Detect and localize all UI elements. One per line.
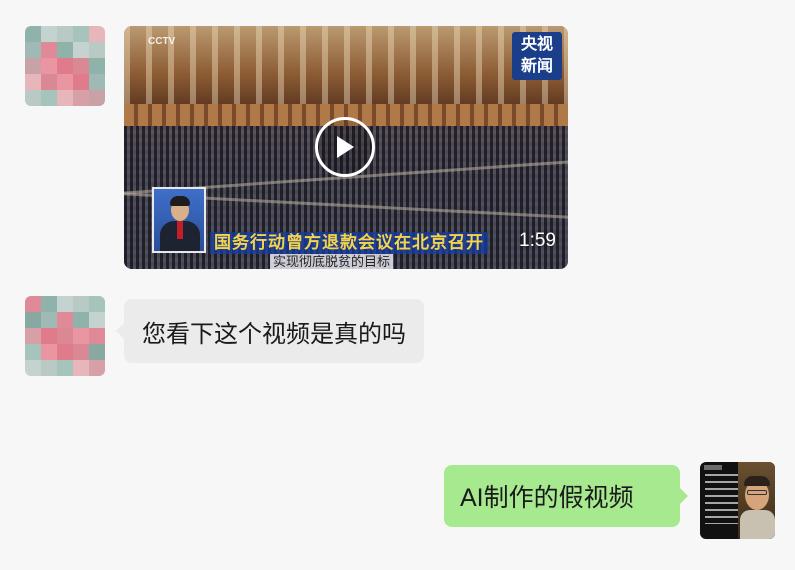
video-message[interactable]: CCTV 央视 新闻 国务行动曾方退款会议在北京召开 实现彻底脱贫的目标 1:5… [124,26,568,269]
message-text: 您看下这个视频是真的吗 [142,320,406,348]
video-caption-subtitle: 实现彻底脱贫的目标 [270,254,394,269]
message-text: AI制作的假视频 [460,484,634,512]
incoming-message-bubble[interactable]: 您看下这个视频是真的吗 [116,299,424,363]
speaker-inset-image [152,187,206,253]
video-duration: 1:59 [519,230,556,251]
outgoing-message-bubble[interactable]: AI制作的假视频 [444,465,688,527]
sender-avatar[interactable] [25,26,105,106]
my-avatar[interactable] [700,462,775,539]
sender-avatar[interactable] [25,296,105,376]
play-icon[interactable] [315,117,375,177]
news-badge: 央视 新闻 [512,32,562,80]
video-caption-title: 国务行动曾方退款会议在北京召开 [210,232,488,254]
channel-logo: CCTV [148,36,176,47]
video-thumbnail-ceiling [124,26,568,106]
